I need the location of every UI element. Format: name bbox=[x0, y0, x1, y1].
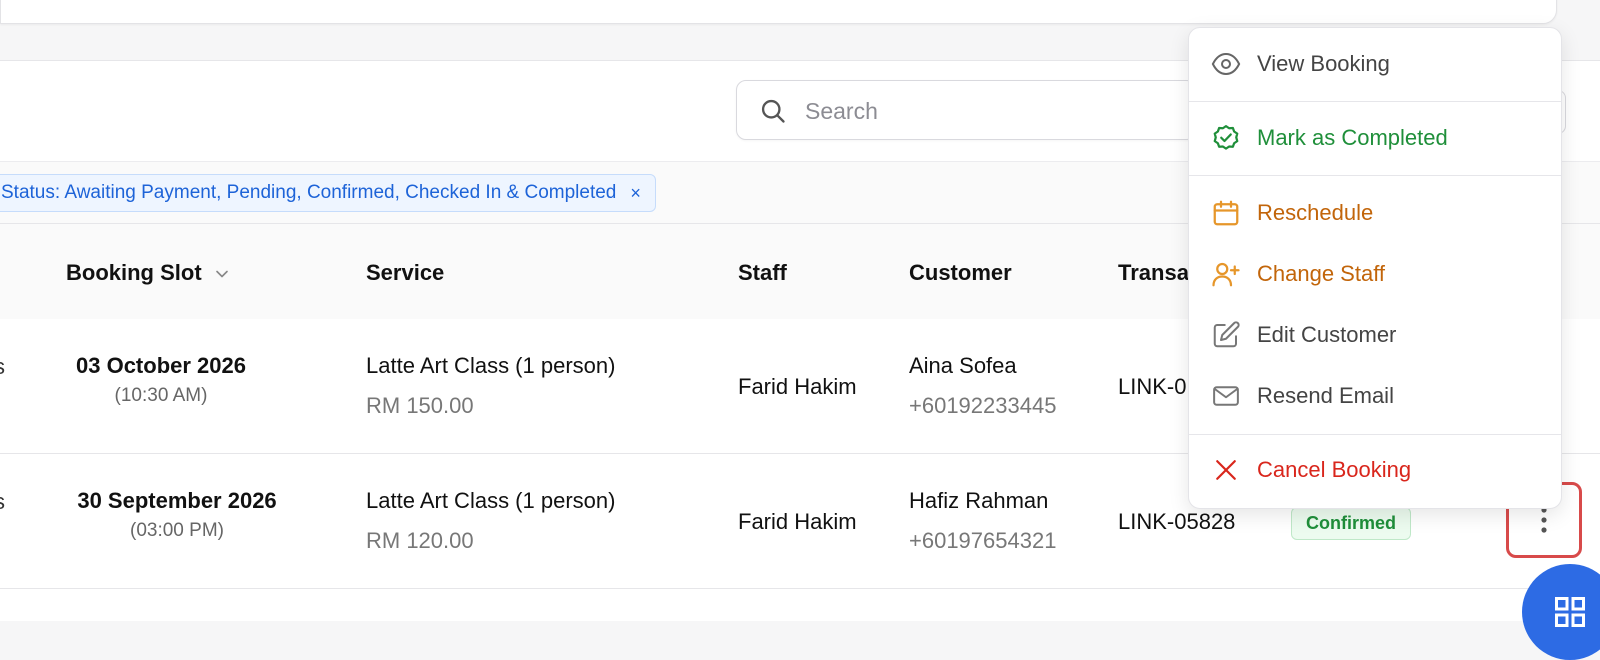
status-filter-chip: Status: Awaiting Payment, Pending, Confi… bbox=[0, 174, 656, 212]
menu-item-mark-completed[interactable]: Mark as Completed bbox=[1189, 110, 1561, 166]
menu-divider bbox=[1189, 175, 1561, 176]
customer-phone: +60197654321 bbox=[909, 528, 1057, 553]
menu-item-cancel-booking[interactable]: Cancel Booking bbox=[1189, 442, 1561, 498]
close-icon bbox=[1216, 460, 1236, 480]
search-input[interactable] bbox=[803, 91, 1167, 131]
menu-item-change-staff[interactable]: Change Staff bbox=[1189, 246, 1561, 302]
transaction-cell: LINK-05828 bbox=[1118, 509, 1236, 534]
menu-item-view-booking[interactable]: View Booking bbox=[1189, 36, 1561, 92]
mail-icon bbox=[1213, 386, 1239, 406]
customer-name: Aina Sofea bbox=[909, 353, 1017, 378]
service-price: RM 120.00 bbox=[366, 528, 474, 553]
menu-item-label: Change Staff bbox=[1257, 261, 1386, 286]
booking-slot-cell: 03 October 2026 (10:30 AM) bbox=[66, 353, 256, 407]
menu-item-reschedule[interactable]: Reschedule bbox=[1189, 185, 1561, 241]
booking-time: (03:00 PM) bbox=[130, 520, 224, 541]
remove-filter-button[interactable]: × bbox=[630, 183, 641, 204]
search-icon bbox=[761, 99, 785, 123]
column-header-transaction: Transa bbox=[1118, 260, 1189, 285]
booking-slot-cell: 30 September 2026 (03:00 PM) bbox=[66, 488, 288, 542]
menu-item-label: Cancel Booking bbox=[1257, 457, 1412, 482]
status-filter-label: Status: Awaiting Payment, Pending, Confi… bbox=[1, 182, 617, 203]
booking-slot-header-label: Booking Slot bbox=[66, 260, 202, 285]
customer-cell: Aina Sofea +60192233445 bbox=[909, 353, 1056, 419]
customer-phone: +60192233445 bbox=[909, 393, 1057, 418]
service-price: RM 150.00 bbox=[366, 393, 474, 418]
row-actions-menu: View Booking Mark as Completed Reschedul… bbox=[1188, 27, 1562, 509]
service-name: Latte Art Class (1 person) bbox=[366, 353, 616, 378]
search-box[interactable] bbox=[736, 80, 1196, 140]
chevron-down-icon bbox=[215, 270, 228, 278]
menu-item-label: View Booking bbox=[1257, 51, 1390, 76]
menu-divider bbox=[1189, 434, 1561, 435]
menu-divider bbox=[1189, 101, 1561, 102]
calendar-icon bbox=[1213, 200, 1239, 226]
eye-icon bbox=[1211, 52, 1241, 76]
badge-check-icon bbox=[1213, 125, 1239, 150]
booking-date: 03 October 2026 bbox=[76, 353, 246, 378]
edit-icon bbox=[1213, 321, 1240, 348]
more-vertical-icon bbox=[1541, 507, 1547, 533]
staff-cell: Farid Hakim bbox=[738, 509, 857, 534]
menu-item-label: Mark as Completed bbox=[1257, 125, 1448, 150]
menu-item-label: Resend Email bbox=[1257, 383, 1394, 408]
column-header-staff: Staff bbox=[738, 260, 787, 285]
service-cell: Latte Art Class (1 person) RM 150.00 bbox=[366, 353, 615, 419]
user-plus-icon bbox=[1212, 262, 1240, 287]
truncated-cell: s bbox=[0, 354, 5, 380]
truncated-cell: s bbox=[0, 489, 5, 515]
qr-code-icon bbox=[1555, 597, 1585, 627]
service-name: Latte Art Class (1 person) bbox=[366, 488, 616, 513]
booking-time: (10:30 AM) bbox=[114, 385, 208, 406]
menu-item-label: Edit Customer bbox=[1257, 322, 1397, 347]
customer-name: Hafiz Rahman bbox=[909, 488, 1049, 513]
status-badge: Confirmed bbox=[1291, 507, 1411, 540]
customer-cell: Hafiz Rahman +60197654321 bbox=[909, 488, 1056, 554]
service-cell: Latte Art Class (1 person) RM 120.00 bbox=[366, 488, 615, 554]
transaction-cell: LINK-0 bbox=[1118, 374, 1187, 399]
menu-item-resend-email[interactable]: Resend Email bbox=[1189, 368, 1561, 424]
booking-date: 30 September 2026 bbox=[77, 488, 277, 513]
column-header-service: Service bbox=[366, 260, 445, 285]
column-header-booking-slot[interactable]: Booking Slot bbox=[66, 260, 232, 286]
menu-item-label: Reschedule bbox=[1257, 200, 1374, 225]
menu-item-edit-customer[interactable]: Edit Customer bbox=[1189, 307, 1561, 363]
staff-cell: Farid Hakim bbox=[738, 374, 857, 399]
column-header-customer: Customer bbox=[909, 260, 1012, 285]
top-panel bbox=[0, 0, 1557, 24]
